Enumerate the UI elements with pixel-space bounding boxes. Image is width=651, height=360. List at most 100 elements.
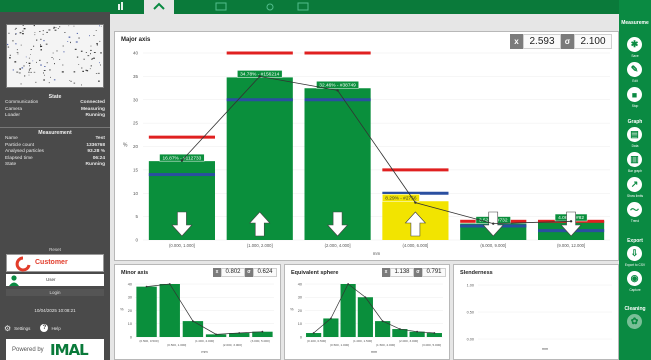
state-section: State Communication Connected Camera Measur…: [0, 94, 110, 120]
particle-speck: [15, 27, 17, 29]
action-label: Save: [631, 54, 639, 58]
particle-speck: [40, 44, 41, 46]
y-tick-label: 40: [133, 51, 139, 56]
right-action-panel: Measureme ✱ Save ✎ Edit ■ Stop Graph ▤ Data ▥ Bar g…: [619, 0, 651, 360]
state-item-row: Loader Running: [0, 113, 110, 120]
brand-logo: IMAL: [50, 341, 89, 359]
equivalent-sphere-title: Equivalent sphere: [291, 270, 339, 276]
stop-icon[interactable]: ■: [627, 87, 642, 102]
data-icon[interactable]: ▤: [627, 127, 642, 142]
camera-preview: [6, 24, 104, 88]
powered-by: Powered by IMAL: [6, 339, 104, 360]
particle-speck: [100, 64, 101, 66]
save-icon[interactable]: ✱: [627, 37, 642, 52]
dashboard-tab-icon[interactable]: [118, 2, 123, 10]
minor-mean-symbol: x: [213, 268, 221, 277]
particle-speck: [7, 46, 10, 48]
x-tick-label: (0.500, 0.500]: [139, 339, 158, 343]
particle-speck: [59, 26, 61, 28]
bar[interactable]: [392, 329, 408, 337]
settings-button[interactable]: ⚙ Settings: [4, 324, 30, 333]
trend-point: [215, 333, 217, 336]
particle-speck: [55, 27, 57, 28]
bar[interactable]: [159, 284, 180, 337]
particle-speck: [93, 52, 96, 53]
customer-logo-icon: [15, 256, 31, 272]
action-label: Export to CSV: [624, 263, 646, 267]
particle-speck: [28, 69, 30, 71]
particle-speck: [12, 69, 14, 71]
particle-speck: [22, 33, 24, 34]
tab-charts-active[interactable]: [144, 0, 174, 20]
particle-speck: [16, 71, 19, 73]
trend-point: [492, 222, 495, 225]
trend-icon[interactable]: 〜: [627, 202, 642, 217]
x-tick-label: (2.000, 3.000]: [399, 339, 418, 343]
particle-speck: [15, 43, 17, 45]
y-tick-label: 1.00: [467, 283, 474, 287]
y-tick-label: 5: [135, 214, 138, 219]
bar[interactable]: [136, 286, 157, 337]
bar-graph-icon[interactable]: ▥: [627, 152, 642, 167]
particle-speck: [29, 65, 30, 67]
bar[interactable]: [340, 284, 356, 337]
export-group-heading: Export: [627, 238, 643, 244]
particle-speck: [48, 29, 51, 31]
particle-speck: [93, 35, 95, 36]
particle-speck: [33, 25, 35, 27]
particle-speck: [40, 45, 43, 47]
y-axis-label: %: [120, 307, 124, 312]
action-label: Stop: [631, 104, 639, 108]
user-row[interactable]: User: [6, 274, 104, 286]
particle-speck: [57, 28, 59, 29]
edit-icon[interactable]: ✎: [627, 62, 642, 77]
customer-label: Customer: [35, 259, 68, 266]
particle-speck: [32, 60, 34, 62]
action-label: Data: [631, 144, 639, 148]
particle-speck: [28, 71, 30, 73]
particle-speck: [36, 39, 38, 41]
particle-speck: [73, 82, 76, 84]
particle-speck: [23, 65, 25, 67]
particle-speck: [54, 29, 57, 31]
cleaning-icon[interactable]: ✿: [627, 314, 642, 329]
particle-speck: [50, 76, 51, 78]
particle-speck: [14, 61, 17, 63]
particle-speck: [99, 62, 100, 64]
help-button[interactable]: ? Help: [40, 324, 61, 332]
particle-speck: [43, 70, 46, 71]
particle-speck: [83, 58, 85, 60]
particle-speck: [81, 84, 82, 86]
particle-speck: [81, 67, 83, 69]
particle-speck: [90, 53, 91, 55]
camera-icon[interactable]: ◉: [627, 271, 642, 286]
settings-row: ⚙ Settings ? Help: [4, 322, 106, 334]
login-button[interactable]: Login: [6, 289, 104, 296]
y-axis-label: %: [123, 143, 128, 149]
cleaning-group-heading: Cleaning: [624, 306, 646, 312]
particle-speck: [91, 58, 93, 60]
measurement-item-row: State Running: [0, 162, 110, 169]
x-tick-label: (4.000, 6.000]: [402, 243, 428, 248]
bar[interactable]: [357, 297, 373, 337]
bar[interactable]: [182, 321, 204, 337]
particle-speck: [97, 72, 100, 74]
particle-speck: [16, 49, 18, 51]
y-tick-label: 0.00: [467, 337, 474, 341]
inactive-tab-icons[interactable]: [210, 0, 410, 14]
export-csv-icon[interactable]: ⇩: [627, 246, 642, 261]
logo-bar: [0, 0, 110, 12]
state-item-value: Connected: [80, 100, 105, 105]
particle-speck: [100, 25, 102, 27]
major-axis-stats: x 2.593 σ 2.100: [510, 34, 612, 49]
measurement-group-heading: Measureme: [621, 20, 649, 26]
x-tick-label: (3.000, 5.000]: [251, 339, 270, 343]
bar[interactable]: [323, 318, 339, 337]
reset-button[interactable]: Reset: [6, 246, 104, 254]
particle-speck: [74, 48, 77, 50]
particle-speck: [8, 32, 10, 34]
particle-speck: [25, 56, 27, 58]
particle-speck: [23, 28, 26, 30]
particle-speck: [76, 32, 78, 34]
limits-icon[interactable]: ↗: [627, 177, 642, 192]
